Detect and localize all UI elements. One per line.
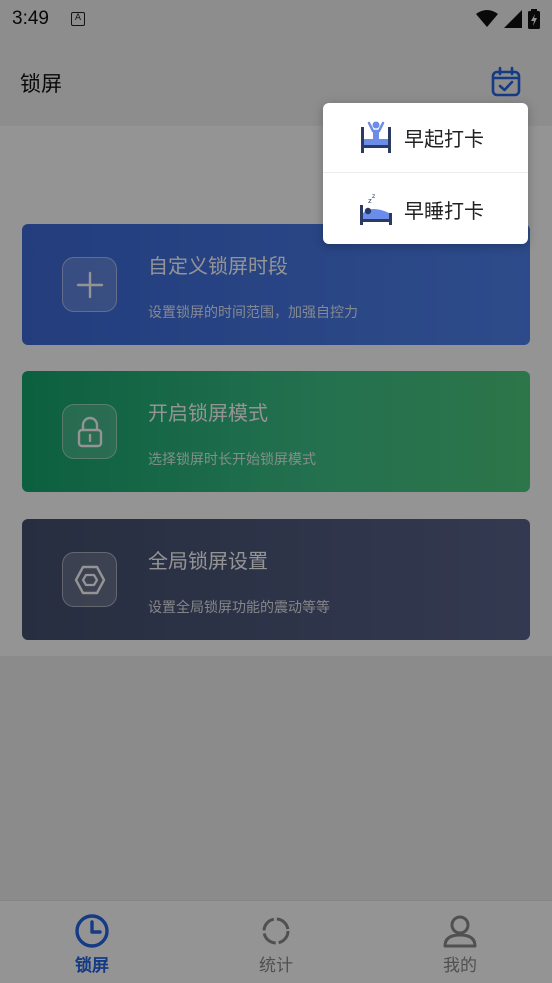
menu-item-early-rise[interactable]: 早起打卡	[323, 103, 528, 173]
menu-item-early-sleep[interactable]: z z 早睡打卡	[323, 174, 528, 244]
menu-item-label: 早睡打卡	[404, 198, 484, 223]
checkin-popup-menu: 早起打卡 z z 早睡打卡	[323, 103, 528, 244]
wake-up-icon	[361, 121, 391, 153]
sleep-bed-icon: z z	[360, 193, 392, 225]
screen: 3:49 A 锁屏 自定义锁屏时段 设置锁屏的时间范围，加强自控力 开启锁屏模式…	[0, 0, 552, 983]
menu-item-label: 早起打卡	[404, 127, 484, 151]
svg-text:z: z	[372, 193, 375, 200]
